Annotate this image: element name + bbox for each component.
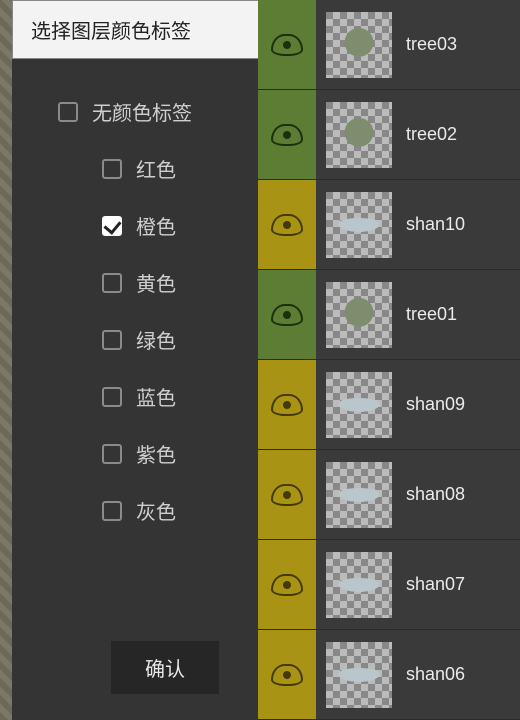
option-red[interactable]: 红色	[12, 140, 258, 197]
layer-row[interactable]: shan08	[258, 450, 520, 540]
eye-icon	[271, 394, 303, 416]
option-no-color[interactable]: 无颜色标签	[12, 83, 258, 140]
layer-thumbnail[interactable]	[326, 552, 392, 618]
layer-row[interactable]: shan09	[258, 360, 520, 450]
tree-icon	[338, 23, 380, 65]
layer-row[interactable]: tree01	[258, 270, 520, 360]
checkbox-orange[interactable]	[102, 216, 122, 236]
eye-icon	[271, 124, 303, 146]
cloud-icon	[333, 398, 386, 415]
layer-name[interactable]: shan10	[402, 214, 520, 235]
option-yellow[interactable]: 黄色	[12, 254, 258, 311]
tree-icon	[338, 113, 380, 155]
visibility-toggle[interactable]	[258, 360, 316, 449]
eye-icon	[271, 664, 303, 686]
popover-title: 选择图层颜色标签	[12, 0, 258, 59]
layer-row[interactable]: shan07	[258, 540, 520, 630]
visibility-toggle[interactable]	[258, 0, 316, 89]
layer-row[interactable]: tree02	[258, 90, 520, 180]
layer-thumbnail[interactable]	[326, 102, 392, 168]
visibility-toggle[interactable]	[258, 630, 316, 719]
layer-name[interactable]: tree02	[402, 124, 520, 145]
layer-row[interactable]: shan10	[258, 180, 520, 270]
eye-icon	[271, 574, 303, 596]
color-options: 无颜色标签 红色 橙色 黄色 绿色 蓝色	[12, 59, 258, 631]
checkbox-blue[interactable]	[102, 387, 122, 407]
option-blue[interactable]: 蓝色	[12, 368, 258, 425]
option-orange[interactable]: 橙色	[12, 197, 258, 254]
checkbox-purple[interactable]	[102, 444, 122, 464]
option-purple[interactable]: 紫色	[12, 425, 258, 482]
visibility-toggle[interactable]	[258, 450, 316, 539]
cloud-icon	[333, 488, 386, 505]
layer-thumbnail[interactable]	[326, 642, 392, 708]
layer-thumbnail[interactable]	[326, 192, 392, 258]
option-green[interactable]: 绿色	[12, 311, 258, 368]
cloud-icon	[333, 668, 386, 685]
layer-row[interactable]: tree03	[258, 0, 520, 90]
cloud-icon	[333, 578, 386, 595]
option-label: 蓝色	[136, 382, 176, 411]
checkbox-green[interactable]	[102, 330, 122, 350]
layers-panel: tree03 tree02 shan10 tree01 shan09 shan0…	[258, 0, 520, 720]
layer-name[interactable]: tree03	[402, 34, 520, 55]
confirm-button[interactable]: 确认	[111, 641, 219, 694]
eye-icon	[271, 304, 303, 326]
layer-thumbnail[interactable]	[326, 12, 392, 78]
checkbox-yellow[interactable]	[102, 273, 122, 293]
option-label: 紫色	[136, 439, 176, 468]
layer-name[interactable]: shan06	[402, 664, 520, 685]
eye-icon	[271, 214, 303, 236]
visibility-toggle[interactable]	[258, 180, 316, 269]
option-label: 绿色	[136, 325, 176, 354]
visibility-toggle[interactable]	[258, 270, 316, 359]
option-label: 红色	[136, 154, 176, 183]
layer-name[interactable]: shan08	[402, 484, 520, 505]
layer-name[interactable]: tree01	[402, 304, 520, 325]
layer-name[interactable]: shan09	[402, 394, 520, 415]
checkbox-no-color[interactable]	[58, 102, 78, 122]
layer-thumbnail[interactable]	[326, 282, 392, 348]
eye-icon	[271, 34, 303, 56]
checkbox-red[interactable]	[102, 159, 122, 179]
layer-thumbnail[interactable]	[326, 372, 392, 438]
eye-icon	[271, 484, 303, 506]
layer-row[interactable]: shan06	[258, 630, 520, 720]
visibility-toggle[interactable]	[258, 90, 316, 179]
option-label: 橙色	[136, 211, 176, 240]
cloud-icon	[333, 218, 386, 235]
option-label: 灰色	[136, 496, 176, 525]
canvas-edge-strip	[0, 0, 12, 720]
checkbox-gray[interactable]	[102, 501, 122, 521]
option-label: 无颜色标签	[92, 97, 192, 126]
color-label-popover: 选择图层颜色标签 无颜色标签 红色 橙色 黄色 绿色	[12, 0, 258, 720]
layer-name[interactable]: shan07	[402, 574, 520, 595]
layer-thumbnail[interactable]	[326, 462, 392, 528]
visibility-toggle[interactable]	[258, 540, 316, 629]
option-gray[interactable]: 灰色	[12, 482, 258, 539]
option-label: 黄色	[136, 268, 176, 297]
tree-icon	[338, 293, 380, 335]
